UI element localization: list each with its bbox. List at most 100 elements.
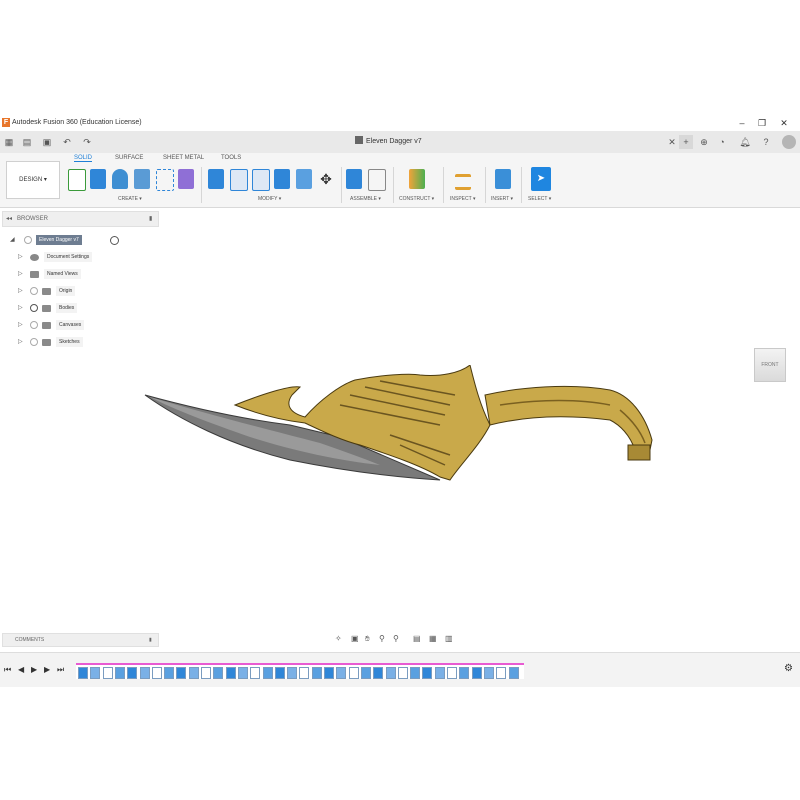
grid-settings-icon[interactable]: ▦ bbox=[429, 631, 437, 647]
timeline-feature-icon[interactable] bbox=[114, 667, 125, 679]
combine-icon[interactable] bbox=[296, 169, 312, 189]
extrude-icon[interactable] bbox=[90, 169, 106, 189]
minimize-button[interactable]: – bbox=[734, 115, 750, 131]
view-cube[interactable]: FRONT bbox=[754, 348, 786, 382]
revolve-icon[interactable] bbox=[112, 169, 128, 189]
timeline-feature-icon[interactable] bbox=[410, 667, 421, 679]
zoom-icon[interactable]: ⚲ bbox=[379, 631, 385, 647]
timeline-feature-icon[interactable] bbox=[188, 667, 199, 679]
dagger-model[interactable] bbox=[140, 365, 660, 505]
timeline-feature-icon[interactable] bbox=[459, 667, 470, 679]
pan-icon[interactable]: ✋︎ bbox=[365, 631, 370, 647]
comments-panel-header[interactable]: COMMENTS ▮ bbox=[2, 633, 159, 647]
browser-item-origin[interactable]: ▷ Origin bbox=[18, 285, 158, 297]
timeline-feature-icon[interactable] bbox=[373, 667, 384, 679]
redo-icon[interactable]: ↷ bbox=[80, 135, 94, 149]
browser-root-item[interactable]: ◢ Eleven Dagger v7 bbox=[10, 234, 160, 246]
timeline-feature-icon[interactable] bbox=[299, 667, 310, 679]
browser-item-document-settings[interactable]: ▷ Document Settings bbox=[18, 251, 158, 263]
visibility-eye-icon[interactable] bbox=[30, 338, 38, 346]
timeline-feature-icon[interactable] bbox=[201, 667, 211, 679]
document-tab[interactable]: Eleven Dagger v7 bbox=[355, 135, 422, 149]
visibility-eye-icon[interactable] bbox=[30, 321, 38, 329]
expand-arrow-icon[interactable]: ▷ bbox=[18, 268, 24, 280]
timeline-settings-icon[interactable]: ⚙ bbox=[784, 663, 793, 674]
timeline-feature-icon[interactable] bbox=[385, 667, 396, 679]
timeline-feature-icon[interactable] bbox=[176, 667, 187, 679]
tab-tools[interactable]: TOOLS bbox=[221, 155, 241, 161]
workspace-switcher[interactable]: DESIGN ▾ bbox=[6, 161, 60, 199]
pin-icon[interactable]: ▮ bbox=[149, 212, 152, 226]
save-icon[interactable]: ▣ bbox=[40, 135, 54, 149]
modify-menu[interactable]: MODIFY ▾ bbox=[258, 196, 281, 202]
activate-component-icon[interactable] bbox=[110, 236, 119, 245]
select-icon[interactable]: ➤ bbox=[531, 167, 551, 191]
timeline-feature-icon[interactable] bbox=[287, 667, 298, 679]
insert-menu[interactable]: INSERT ▾ bbox=[491, 196, 513, 202]
timeline-feature-icon[interactable] bbox=[471, 667, 482, 679]
timeline-feature-icon[interactable] bbox=[151, 667, 162, 679]
play-icon[interactable]: ▶ bbox=[31, 665, 37, 674]
browser-item-sketches[interactable]: ▷ Sketches bbox=[18, 336, 158, 348]
collapse-arrow-icon[interactable]: ◢ bbox=[10, 234, 16, 246]
visibility-eye-icon[interactable] bbox=[30, 304, 38, 312]
timeline-feature-icon[interactable] bbox=[324, 667, 334, 679]
orbit-icon[interactable]: ✧ bbox=[335, 631, 342, 647]
step-forward-icon[interactable]: ▶ bbox=[44, 665, 50, 674]
timeline-feature-icon[interactable] bbox=[336, 667, 347, 679]
timeline-feature-icon[interactable] bbox=[237, 667, 248, 679]
new-component-icon[interactable] bbox=[346, 169, 362, 189]
measure-icon[interactable] bbox=[455, 174, 471, 190]
timeline-feature-icon[interactable] bbox=[496, 667, 507, 679]
expand-arrow-icon[interactable]: ▷ bbox=[18, 302, 24, 314]
tab-solid[interactable]: SOLID bbox=[74, 155, 93, 162]
timeline-track[interactable] bbox=[76, 663, 524, 679]
timeline-feature-icon[interactable] bbox=[102, 667, 113, 679]
timeline-feature-icon[interactable] bbox=[422, 667, 433, 679]
notifications-icon[interactable]: 🔔︎ bbox=[738, 135, 752, 149]
chamfer-icon[interactable] bbox=[252, 169, 270, 191]
tab-sheet-metal[interactable]: SHEET METAL bbox=[163, 155, 204, 161]
step-back-icon[interactable]: ◀ bbox=[18, 665, 24, 674]
timeline-feature-icon[interactable] bbox=[213, 667, 224, 679]
timeline-feature-icon[interactable] bbox=[348, 667, 359, 679]
display-settings-icon[interactable]: ▤ bbox=[413, 631, 421, 647]
tab-surface[interactable]: SURFACE bbox=[115, 155, 143, 161]
help-icon[interactable]: ? bbox=[759, 135, 773, 149]
press-pull-icon[interactable] bbox=[208, 169, 224, 189]
extensions-icon[interactable]: ⊕ bbox=[697, 135, 711, 149]
expand-arrow-icon[interactable]: ▷ bbox=[18, 336, 24, 348]
form-icon[interactable] bbox=[178, 169, 194, 189]
insert-image-icon[interactable] bbox=[495, 169, 511, 189]
job-status-icon[interactable]: ◔ bbox=[715, 135, 729, 149]
timeline-feature-icon[interactable] bbox=[360, 667, 371, 679]
move-icon[interactable]: ✥ bbox=[318, 169, 334, 189]
timeline-feature-icon[interactable] bbox=[90, 667, 101, 679]
go-to-end-icon[interactable]: ⏭ bbox=[57, 665, 64, 675]
user-avatar[interactable] bbox=[782, 135, 796, 149]
timeline-feature-icon[interactable] bbox=[397, 667, 408, 679]
maximize-button[interactable]: ❐ bbox=[754, 115, 770, 131]
timeline-feature-icon[interactable] bbox=[225, 667, 236, 679]
fillet-icon[interactable] bbox=[230, 169, 248, 191]
visibility-eye-icon[interactable] bbox=[24, 236, 32, 244]
inspect-menu[interactable]: INSPECT ▾ bbox=[450, 196, 475, 202]
joint-icon[interactable] bbox=[368, 169, 386, 191]
pin-icon[interactable]: ▮ bbox=[149, 634, 152, 646]
timeline-feature-icon[interactable] bbox=[483, 667, 494, 679]
expand-arrow-icon[interactable]: ▷ bbox=[18, 285, 24, 297]
shell-icon[interactable] bbox=[274, 169, 290, 189]
new-tab-button[interactable]: + bbox=[679, 135, 693, 149]
hole-icon[interactable] bbox=[134, 169, 150, 189]
offset-plane-icon[interactable] bbox=[409, 169, 425, 189]
timeline-feature-icon[interactable] bbox=[78, 667, 88, 679]
close-window-button[interactable]: ✕ bbox=[776, 115, 792, 131]
timeline-feature-icon[interactable] bbox=[250, 667, 261, 679]
close-tab-button[interactable]: ✕ bbox=[665, 135, 679, 149]
fit-icon[interactable]: ⚲ bbox=[393, 631, 399, 647]
expand-arrow-icon[interactable]: ▷ bbox=[18, 319, 24, 331]
browser-item-canvases[interactable]: ▷ Canvases bbox=[18, 319, 158, 331]
browser-item-bodies[interactable]: ▷ Bodies bbox=[18, 302, 158, 314]
construct-menu[interactable]: CONSTRUCT ▾ bbox=[399, 196, 434, 202]
file-icon[interactable]: ▤ bbox=[20, 135, 34, 149]
